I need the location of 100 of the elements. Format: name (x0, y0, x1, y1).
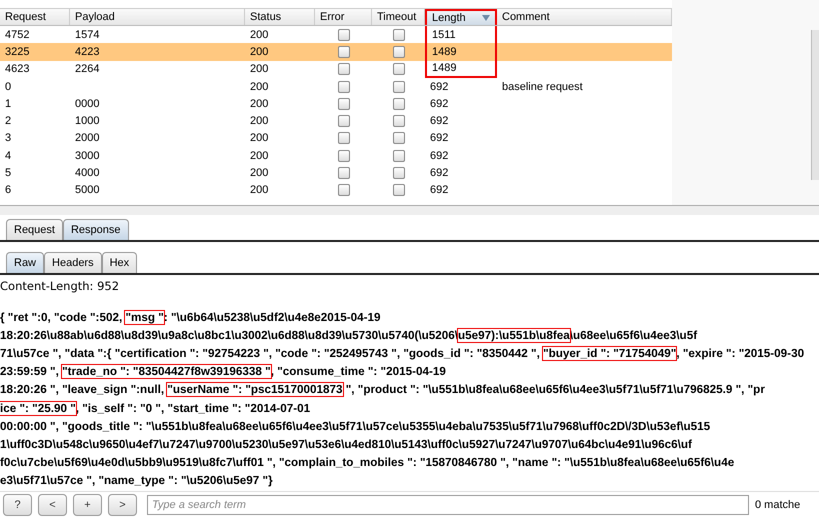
table-cell: 692 (430, 115, 448, 128)
tab[interactable]: Hex (102, 252, 138, 273)
table-cell: 1511 (432, 28, 456, 41)
result-row[interactable]: 4623 2264 200 1489 (0, 60, 672, 78)
match-count: 0 matche (755, 498, 800, 511)
table-cell: 5000 (75, 184, 100, 196)
response-text: { "ret ":0, "code ":502, (0, 310, 124, 324)
result-row[interactable]: 2 1000 200 692 (0, 112, 672, 130)
table-cell: 6 (5, 184, 12, 196)
response-text: 23:59:59 ", (0, 365, 60, 378)
table-cell: 200 (250, 46, 268, 58)
checkbox[interactable] (338, 115, 350, 128)
table-cell: 200 (250, 150, 268, 162)
column-header[interactable]: Request (0, 9, 70, 25)
response-text: 1\uff0c3D\u548c\u9650\u4ef7\u7247\u9700\u5230\u5e97\u53e6\u4ed810\u5143\uff0c\u5927\u7247\u9707\u64bc\u4e91\u96c6\uf (0, 438, 692, 451)
search-field[interactable]: Type a search term (147, 494, 749, 515)
table-cell: 692 (430, 132, 448, 144)
checkbox[interactable] (392, 115, 404, 128)
tab[interactable]: Response (62, 219, 129, 240)
table-cell: 3225 (5, 46, 30, 58)
result-row[interactable]: 4 3000 200 692 (0, 147, 672, 164)
checkbox[interactable] (392, 28, 404, 41)
highlighted-text: u5e97):\u551b\u8fea (458, 328, 570, 342)
table-cell: 3000 (75, 150, 100, 162)
checkbox[interactable] (392, 63, 404, 76)
highlighted-text: "msg " (125, 310, 164, 324)
scrollbar[interactable] (811, 30, 819, 180)
checkbox[interactable] (392, 98, 404, 110)
table-cell: 692 (430, 150, 448, 162)
checkbox[interactable] (392, 184, 404, 196)
checkbox[interactable] (338, 98, 350, 110)
response-text: f0c\u7cbe\u5f69\u4e0d\u5bb9\u9519\u8fc7\uff01 ", "complain_to_mobiles ": "15870846780 ", "name ": "\u551b\u8fea\u68ee\u65f6\u4e (0, 456, 734, 470)
response-text: 18:20:26 ", "leave_sign ":null, (0, 383, 166, 396)
table-cell: 1000 (75, 115, 100, 128)
header-line: Content-Length: 952 (0, 278, 120, 295)
checkbox[interactable] (338, 46, 350, 58)
table-cell: 2264 (75, 63, 100, 76)
table-cell: 200 (250, 63, 268, 76)
table-cell: baseline request (502, 80, 583, 93)
tab[interactable]: Headers (44, 252, 102, 273)
highlighted-text: ice ": "25.90 " (0, 402, 76, 415)
result-row[interactable]: 3 2000 200 692 (0, 130, 672, 148)
checkbox[interactable] (392, 167, 404, 180)
table-cell: 3 (5, 132, 12, 144)
table-cell: 2 (5, 115, 12, 128)
toolbar-button[interactable]: > (108, 494, 137, 516)
result-row[interactable]: 6 5000 200 692 (0, 182, 672, 199)
response-text: , "expire ": "2015-09-30 (676, 347, 804, 360)
table-cell: 4623 (5, 63, 30, 76)
response-text: 18:20:26\u88ab\u6d88\u8d39\u9a8c\u8bc1\u3002\u6d88\u8d39\u5730\u5740(\u5206\ (0, 328, 458, 342)
column-header[interactable]: Status (245, 9, 315, 25)
checkbox[interactable] (338, 28, 350, 41)
tab[interactable]: Request (6, 219, 63, 240)
result-row[interactable]: 1 0000 200 692 (0, 95, 672, 112)
table-cell: 0 (5, 80, 12, 93)
response-text: ", "product ": "\u551b\u8fea\u68ee\u65f6\u4ee3\u5f71\u5f71\u796825.9 ", "pr (344, 383, 765, 396)
table-cell: 1574 (75, 28, 100, 41)
table-cell: 200 (250, 167, 268, 180)
checkbox[interactable] (338, 80, 350, 93)
table-cell: 1489 (432, 62, 456, 74)
checkbox[interactable] (392, 132, 404, 144)
table-cell: 1489 (432, 46, 456, 58)
table-cell: 200 (250, 115, 268, 128)
checkbox[interactable] (338, 63, 350, 76)
sort-descending-icon (482, 15, 490, 21)
result-row[interactable]: 3225 4223 200 1489 (0, 43, 672, 61)
toolbar-button[interactable]: ? (3, 494, 32, 516)
table-cell: 1 (5, 98, 12, 110)
column-header[interactable]: Comment (497, 9, 672, 25)
table-cell: 692 (430, 184, 448, 196)
column-header[interactable]: Payload (70, 9, 245, 25)
toolbar-button[interactable]: < (38, 494, 67, 516)
table-cell: 692 (430, 98, 448, 110)
response-text: 00:00:00 ", "goods_title ": "\u551b\u8fea\u68ee\u65f6\u4ee3\u5f71\u57ce\u5355\u4eba\u7535\u5f71\u7968\uff0c2D\/3D\u53ef\u515 (0, 420, 710, 433)
checkbox[interactable] (392, 80, 404, 93)
column-header[interactable]: Length (425, 9, 497, 25)
table-cell: 4 (5, 150, 12, 162)
highlighted-text: "buyer_id ": "71754049" (543, 347, 676, 360)
table-cell: 200 (250, 98, 268, 110)
toolbar-button[interactable]: + (73, 494, 102, 516)
table-cell: 5 (5, 167, 12, 180)
tab[interactable]: Raw (6, 252, 44, 273)
table-cell: 200 (250, 132, 268, 144)
table-cell: 200 (250, 80, 268, 93)
response-text: e3\u5f71\u57ce ", "name_type ": "\u5206\u5e97 "} (0, 474, 273, 488)
checkbox[interactable] (338, 167, 350, 180)
column-header[interactable]: Error (315, 9, 372, 25)
highlighted-text: "userName ": "psc15170001873 (167, 383, 343, 396)
table-cell: 4000 (75, 167, 100, 180)
checkbox[interactable] (338, 132, 350, 144)
result-row[interactable]: 0 200 692 baseline request (0, 78, 672, 96)
checkbox[interactable] (338, 150, 350, 162)
highlighted-text: "trade_no ": "83504427f8w39196338 " (62, 365, 271, 378)
checkbox[interactable] (392, 46, 404, 58)
table-cell: 692 (430, 167, 448, 180)
result-row[interactable]: 5 4000 200 692 (0, 164, 672, 182)
response-text: : "\u6b64\u5238\u5df2\u4e8e2015-04-19 (164, 310, 381, 324)
table-cell: 4223 (75, 46, 100, 58)
checkbox[interactable] (338, 184, 350, 196)
checkbox[interactable] (392, 150, 404, 162)
